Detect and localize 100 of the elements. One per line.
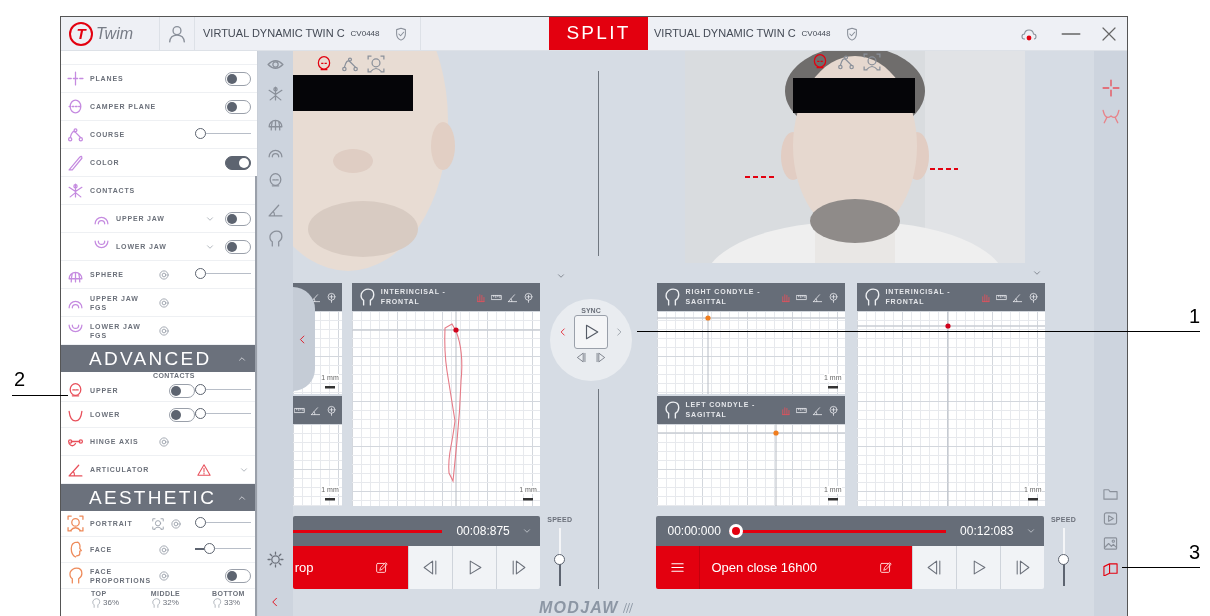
step-forward-button[interactable]: [495, 546, 540, 589]
chevron-down-icon[interactable]: [555, 271, 566, 281]
brand-name: MODJAW: [539, 600, 619, 616]
callout-number: 3: [1189, 541, 1201, 563]
add-point-icon[interactable]: [522, 291, 534, 303]
target-icon[interactable]: [158, 435, 170, 448]
play-button[interactable]: [451, 546, 496, 589]
scale-bar: [324, 498, 335, 501]
head-outline-icon: [662, 288, 681, 306]
slider-thumb[interactable]: [194, 516, 206, 528]
edit-icon[interactable]: [374, 561, 388, 574]
section-header[interactable]: AESTHETIC: [61, 484, 257, 511]
shield-check-icon[interactable]: [393, 26, 408, 41]
scrollbar-thumb[interactable]: [254, 176, 257, 616]
step-back-button[interactable]: [911, 546, 956, 589]
slider-thumb[interactable]: [194, 267, 206, 279]
slider-thumb[interactable]: [194, 407, 206, 419]
edit-icon[interactable]: [878, 561, 892, 574]
curve-icon: [67, 126, 84, 143]
speed-slider[interactable]: [554, 528, 566, 586]
toggle-switch[interactable]: [224, 568, 251, 583]
stripes-icon: [621, 602, 634, 614]
sync-play-button[interactable]: [574, 315, 608, 349]
angle-icon[interactable]: [811, 291, 823, 303]
step-back-icon[interactable]: [576, 352, 587, 363]
figure-icon[interactable]: [266, 85, 284, 102]
callout-number: 1: [1189, 305, 1201, 327]
head-outline-icon: [91, 598, 101, 608]
play-button[interactable]: [955, 546, 1000, 589]
end-time: 00:08:875: [456, 523, 510, 540]
skull-icon: [67, 382, 84, 399]
scale-bar: [522, 498, 533, 501]
slider-thumb[interactable]: [203, 542, 215, 554]
slider-thumb[interactable]: [194, 383, 206, 395]
chevron-down-icon[interactable]: [1032, 268, 1043, 278]
speed-thumb[interactable]: [554, 553, 566, 565]
slider-track[interactable]: [194, 267, 251, 280]
start-time: 00:00:000: [667, 523, 721, 540]
step-back-button[interactable]: [407, 546, 452, 589]
add-point-icon[interactable]: [325, 404, 337, 416]
folder-icon[interactable]: [1103, 486, 1118, 501]
slider-track[interactable]: [194, 127, 251, 140]
video-icon[interactable]: [1103, 511, 1118, 526]
toggle-switch[interactable]: [224, 71, 251, 86]
shield-check-icon[interactable]: [844, 26, 859, 41]
split-button[interactable]: SPLIT: [549, 17, 648, 50]
angle-icon[interactable]: [811, 404, 823, 416]
step-forward-button[interactable]: [999, 546, 1044, 589]
add-point-icon[interactable]: [827, 404, 839, 416]
toggle-switch[interactable]: [168, 383, 195, 398]
speed-slider[interactable]: [1058, 528, 1069, 586]
wave-icon[interactable]: [836, 53, 855, 71]
toggle-switch[interactable]: [224, 155, 251, 170]
angle-icon[interactable]: [506, 291, 518, 303]
add-point-icon[interactable]: [1027, 291, 1039, 303]
toggle-switch[interactable]: [224, 239, 251, 254]
crosshair-icon[interactable]: [1101, 79, 1120, 97]
frame-corners-icon[interactable]: [152, 517, 164, 530]
jaw-icon[interactable]: [1101, 107, 1120, 125]
portrait-icon: [67, 515, 84, 532]
portrait-icon[interactable]: [862, 53, 881, 71]
slider-thumb[interactable]: [194, 127, 206, 139]
speed-thumb[interactable]: [1058, 553, 1069, 565]
user-icon[interactable]: [168, 24, 186, 43]
add-point-icon[interactable]: [325, 291, 337, 303]
chevron-down-icon[interactable]: [521, 526, 532, 536]
angle-icon[interactable]: [309, 404, 321, 416]
slider-track[interactable]: [194, 542, 251, 555]
angle-icon[interactable]: [1011, 291, 1023, 303]
chevron-right-icon[interactable]: [614, 327, 624, 337]
figure-icon: [67, 182, 84, 199]
add-point-icon[interactable]: [827, 291, 839, 303]
end-time: 00:12:083: [960, 523, 1014, 540]
proportion-value: 33%: [224, 598, 241, 608]
target-icon[interactable]: [158, 268, 170, 281]
target-icon[interactable]: [158, 569, 170, 582]
image-icon[interactable]: [1103, 536, 1118, 551]
callout-number: 2: [14, 368, 26, 390]
head-profile-icon[interactable]: [266, 230, 284, 247]
slider-track[interactable]: [194, 516, 251, 529]
chevron-left-icon[interactable]: [558, 327, 568, 337]
section-header[interactable]: ADVANCED: [61, 345, 257, 372]
recording-name: rop: [293, 558, 315, 577]
head-outline-icon: [357, 288, 376, 306]
target-icon[interactable]: [170, 517, 182, 530]
toggle-switch[interactable]: [168, 407, 195, 422]
portrait-icon[interactable]: [366, 55, 385, 73]
target-icon[interactable]: [158, 296, 170, 309]
toggle-switch[interactable]: [224, 211, 251, 226]
timeline-thumb[interactable]: [728, 524, 743, 538]
ruler-3d-icon[interactable]: [1103, 561, 1118, 576]
toggle-switch[interactable]: [224, 99, 251, 114]
head-profile-icon: [67, 567, 84, 584]
target-icon[interactable]: [158, 324, 170, 337]
step-forward-icon[interactable]: [595, 352, 606, 363]
chevron-down-icon[interactable]: [1025, 526, 1036, 536]
target-icon[interactable]: [158, 543, 170, 556]
brightness-icon[interactable]: [266, 551, 284, 568]
wave-icon[interactable]: [340, 55, 359, 73]
close-icon[interactable]: [1101, 25, 1117, 42]
